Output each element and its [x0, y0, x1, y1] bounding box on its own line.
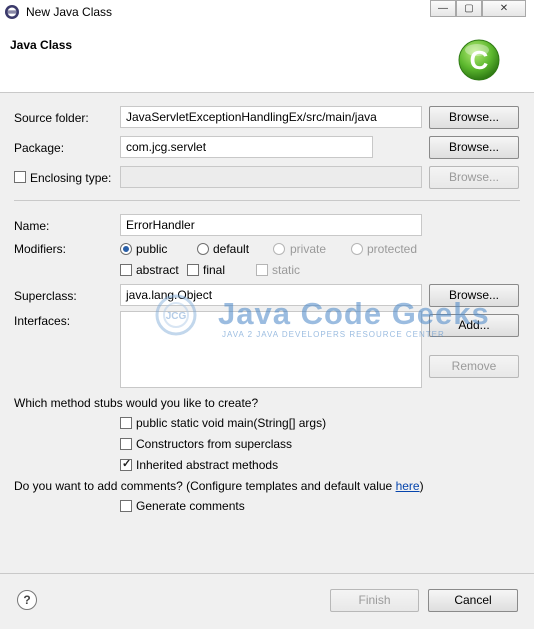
comments-question-line: Do you want to add comments? (Configure … — [14, 479, 424, 493]
maximize-icon: ▢ — [464, 3, 474, 14]
package-label: Package: — [14, 141, 65, 155]
close-button[interactable]: ✕ — [482, 0, 526, 17]
source-folder-browse-button[interactable]: Browse... — [429, 106, 519, 129]
configure-templates-link[interactable]: here — [396, 479, 420, 493]
public-radio[interactable] — [120, 243, 132, 255]
logo-letter: C — [470, 45, 489, 75]
interfaces-label: Interfaces: — [14, 314, 71, 328]
eclipse-app-icon — [5, 5, 19, 19]
wizard-header — [0, 24, 534, 93]
abstract-label: abstract — [136, 263, 179, 277]
private-radio[interactable] — [273, 243, 285, 255]
static-label: static — [272, 263, 301, 277]
minimize-icon: — — [438, 3, 448, 14]
title-bar: New Java Class — ▢ ✕ — [0, 0, 534, 24]
package-field[interactable]: com.jcg.servlet — [120, 136, 373, 158]
watermark-tagline: JAVA 2 JAVA DEVELOPERS RESOURCE CENTER — [222, 330, 445, 339]
superclass-label: Superclass: — [14, 289, 77, 303]
remove-interface-button[interactable]: Remove — [429, 355, 519, 378]
help-icon[interactable]: ? — [17, 590, 37, 610]
final-label: final — [203, 263, 226, 277]
enclosing-type-checkbox[interactable] — [14, 171, 26, 183]
main-stub-label: public static void main(String[] args) — [136, 416, 327, 430]
name-label: Name: — [14, 219, 50, 233]
static-checkbox[interactable] — [256, 264, 268, 276]
maximize-button[interactable]: ▢ — [456, 0, 482, 17]
section-separator — [14, 200, 520, 201]
stubs-question: Which method stubs would you like to cre… — [14, 396, 259, 410]
public-label: public — [136, 242, 168, 256]
java-class-logo-icon: C — [458, 39, 500, 81]
default-label: default — [213, 242, 250, 256]
source-folder-label: Source folder: — [14, 111, 89, 125]
default-radio[interactable] — [197, 243, 209, 255]
wizard-title: Java Class — [10, 38, 73, 52]
abstract-checkbox[interactable] — [120, 264, 132, 276]
inherited-methods-label: Inherited abstract methods — [136, 458, 279, 472]
source-folder-field[interactable]: JavaServletExceptionHandlingEx/src/main/… — [120, 106, 422, 128]
modifiers-label: Modifiers: — [14, 242, 67, 256]
final-checkbox[interactable] — [187, 264, 199, 276]
private-label: private — [290, 242, 327, 256]
comments-question: Do you want to add comments? (Configure … — [14, 479, 393, 493]
generate-comments-label: Generate comments — [136, 499, 245, 513]
enclosing-type-field[interactable] — [120, 166, 422, 188]
constructors-stub-label: Constructors from superclass — [136, 437, 293, 451]
protected-label: protected — [367, 242, 418, 256]
window-title: New Java Class — [26, 5, 113, 19]
main-stub-checkbox[interactable] — [120, 417, 132, 429]
protected-radio[interactable] — [351, 243, 363, 255]
cancel-button[interactable]: Cancel — [428, 589, 518, 612]
close-icon: ✕ — [499, 3, 509, 14]
enclosing-type-label: Enclosing type: — [30, 171, 112, 185]
generate-comments-checkbox[interactable] — [120, 500, 132, 512]
name-field[interactable]: ErrorHandler — [120, 214, 422, 236]
constructors-stub-checkbox[interactable] — [120, 438, 132, 450]
minimize-button[interactable]: — — [430, 0, 456, 17]
comments-question-close: ) — [419, 479, 424, 493]
jcg-watermark-logo-icon: JCG — [155, 294, 197, 336]
enclosing-type-browse-button[interactable]: Browse... — [429, 166, 519, 189]
jcg-watermark-logo-text: JCG — [166, 311, 187, 322]
inherited-methods-checkbox[interactable] — [120, 457, 132, 471]
package-browse-button[interactable]: Browse... — [429, 136, 519, 159]
finish-button[interactable]: Finish — [330, 589, 419, 612]
watermark-brand: Java Code Geeks — [218, 296, 490, 331]
